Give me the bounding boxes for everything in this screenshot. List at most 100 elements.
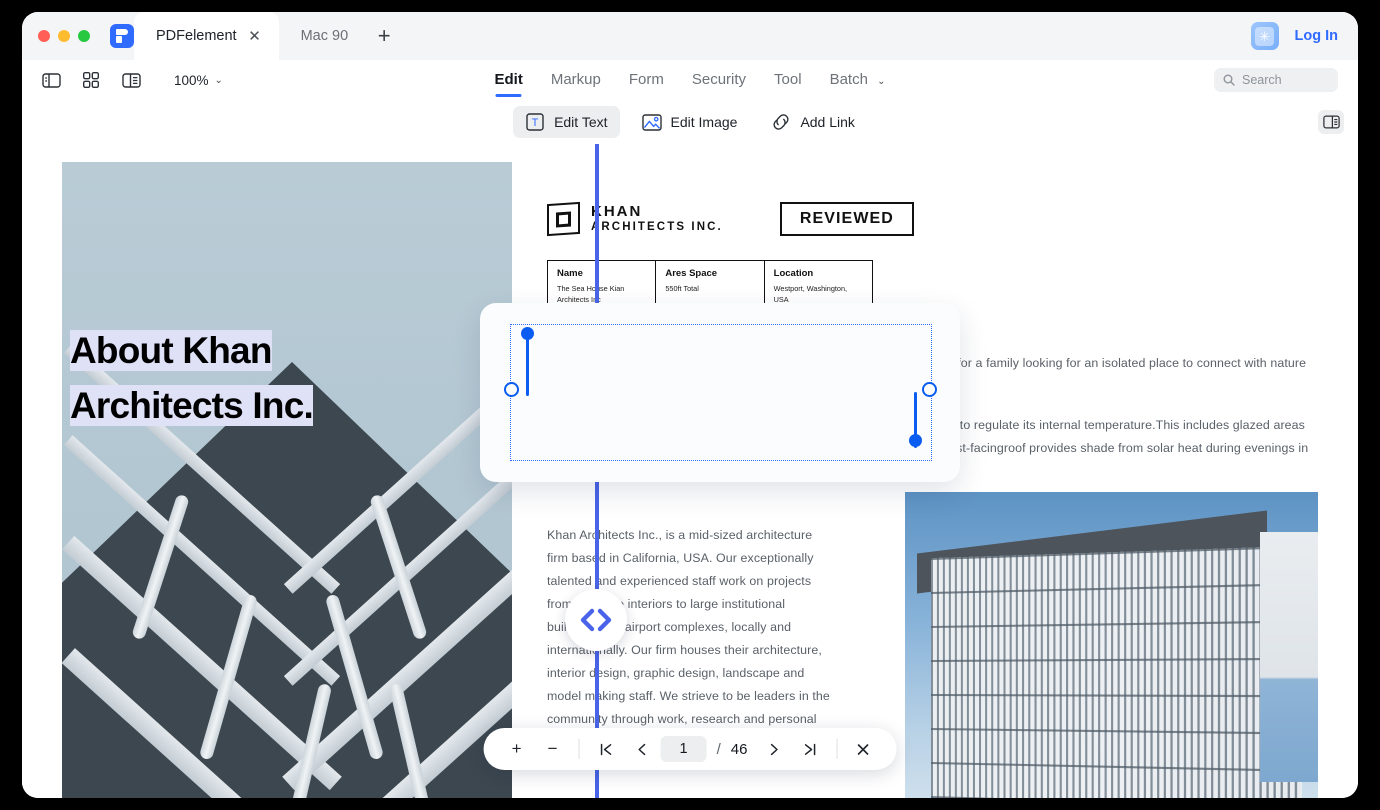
edit-image-button[interactable]: Edit Image	[630, 106, 750, 138]
chevron-down-icon: ⌄	[877, 75, 886, 87]
menu-label: Tool	[774, 70, 802, 88]
zoom-out-button[interactable]: −	[536, 732, 570, 766]
architecture-chevron-photo[interactable]	[62, 162, 512, 798]
first-page-icon	[600, 743, 611, 755]
edit-image-label: Edit Image	[670, 114, 738, 130]
tab-label: PDFelement	[156, 28, 237, 44]
menu-label: Edit	[494, 70, 523, 88]
document-viewport[interactable]: KHAN ARCHITECTS INC. REVIEWED Name The S…	[22, 144, 1358, 798]
zoom-level-selector[interactable]: 100% ⌄	[174, 73, 223, 88]
application-window: PDFelement ✕ Mac 90 + ✳ Log In 100% ⌄ Ed…	[22, 12, 1358, 798]
resize-handle-left[interactable]	[504, 382, 519, 397]
new-tab-button[interactable]: +	[364, 12, 404, 60]
tab-pdfelement[interactable]: PDFelement ✕	[134, 12, 279, 60]
ai-assistant-icon[interactable]: ✳	[1250, 22, 1279, 50]
menu-label: Batch	[829, 70, 868, 88]
last-page-icon	[805, 743, 816, 755]
menu-edit[interactable]: Edit	[494, 70, 523, 97]
chevron-left-right-icon	[580, 608, 612, 632]
main-toolbar: 100% ⌄ Edit Markup Form Security Tool Ba…	[22, 60, 1358, 100]
edit-text-icon: T	[525, 112, 545, 132]
tab-mac-90[interactable]: Mac 90	[279, 12, 365, 60]
page-separator: /	[716, 740, 721, 758]
selected-text-line-2: Architects Inc.	[70, 384, 314, 426]
total-pages-label: 46	[730, 740, 748, 758]
resize-handle-right[interactable]	[922, 382, 937, 397]
divider	[836, 739, 838, 759]
last-page-button[interactable]	[793, 732, 827, 766]
close-page-nav-button[interactable]	[846, 732, 880, 766]
search-icon	[1223, 74, 1235, 86]
tab-bar: PDFelement ✕ Mac 90 + ✳ Log In	[22, 12, 1358, 60]
ai-sparkle-glyph: ✳	[1255, 26, 1274, 46]
current-page-input[interactable]: 1	[660, 736, 707, 762]
tabbar-right-group: ✳ Log In	[1250, 22, 1359, 50]
search-placeholder: Search	[1242, 73, 1282, 87]
close-icon[interactable]: ✕	[247, 28, 263, 44]
next-page-button[interactable]	[757, 732, 791, 766]
selection-start-caret	[526, 334, 530, 396]
khan-architects-logo: KHAN ARCHITECTS INC.	[547, 201, 723, 237]
edit-image-icon	[641, 112, 662, 132]
spec-value: 550ft Total	[665, 284, 699, 293]
selected-text-line-1: About Khan	[70, 330, 272, 371]
zoom-in-button[interactable]: +	[500, 732, 534, 766]
menu-label: Security	[691, 70, 747, 88]
khan-logo-line1: KHAN	[591, 203, 643, 221]
edit-text-button[interactable]: T Edit Text	[513, 106, 620, 138]
edit-sub-toolbar: T Edit Text Edit Image Add Link	[22, 100, 1358, 144]
tab-list: PDFelement ✕ Mac 90 +	[134, 12, 404, 60]
khan-logo-line2: ARCHITECTS INC.	[591, 221, 723, 234]
minimize-window-button[interactable]	[58, 30, 70, 42]
toolbar-right-group: Search	[1214, 68, 1338, 92]
spec-header: Location	[773, 268, 814, 279]
reviewed-stamp: REVIEWED	[779, 202, 914, 236]
page-list-icon[interactable]	[118, 69, 144, 91]
text-selection-bounding-box[interactable]	[510, 324, 932, 461]
menu-batch[interactable]: Batch ⌄	[830, 71, 886, 90]
sidebar-toggle-icon[interactable]	[38, 69, 64, 91]
close-window-button[interactable]	[38, 30, 50, 42]
photo-facade-floors	[931, 545, 1302, 798]
thumbnail-grid-icon[interactable]	[78, 69, 104, 91]
previous-page-button[interactable]	[625, 732, 659, 766]
add-link-icon	[771, 112, 791, 132]
right-panel-toggle-icon[interactable]	[1318, 110, 1344, 134]
photo-side-wall	[1260, 532, 1318, 782]
maximize-window-button[interactable]	[78, 30, 90, 42]
text-edit-card[interactable]	[480, 303, 960, 482]
chevron-down-icon: ⌄	[214, 74, 223, 86]
view-mode-group: 100% ⌄	[38, 69, 223, 91]
spec-header: Name	[557, 268, 583, 279]
add-link-button[interactable]: Add Link	[759, 106, 866, 138]
login-button[interactable]: Log In	[1295, 28, 1339, 44]
edit-text-label: Edit Text	[554, 114, 608, 130]
window-traffic-lights	[22, 30, 104, 42]
split-view-divider-handle[interactable]	[565, 589, 627, 651]
page-navigation-bar: + − 1 / 46	[483, 728, 897, 770]
menu-label: Markup	[550, 70, 601, 88]
app-root: PDFelement ✕ Mac 90 + ✳ Log In 100% ⌄ Ed…	[0, 0, 1380, 810]
brand-row: KHAN ARCHITECTS INC. REVIEWED	[547, 201, 1318, 237]
svg-text:T: T	[532, 117, 539, 129]
spec-header: Ares Space	[665, 268, 718, 279]
selected-text-block[interactable]: About Khan Architects Inc.	[70, 324, 490, 434]
selection-start-handle[interactable]	[521, 327, 534, 340]
office-building-photo[interactable]	[905, 492, 1318, 798]
menu-form[interactable]: Form	[629, 71, 664, 90]
menu-security[interactable]: Security	[692, 71, 746, 90]
menu-markup[interactable]: Markup	[551, 71, 601, 90]
add-link-label: Add Link	[800, 114, 855, 130]
menu-tool[interactable]: Tool	[774, 71, 802, 90]
menu-label: Form	[628, 70, 664, 88]
chevron-left-icon	[637, 743, 645, 755]
spec-value: Westport, Washington, USA	[773, 284, 848, 304]
photo-facade	[931, 545, 1302, 798]
divider	[578, 739, 580, 759]
khan-logo-mark-icon	[547, 201, 580, 237]
search-input[interactable]: Search	[1214, 68, 1338, 92]
selection-end-handle[interactable]	[909, 434, 922, 447]
first-page-button[interactable]	[589, 732, 623, 766]
chevron-right-icon	[771, 743, 779, 755]
pdfelement-logo-icon	[110, 24, 134, 48]
